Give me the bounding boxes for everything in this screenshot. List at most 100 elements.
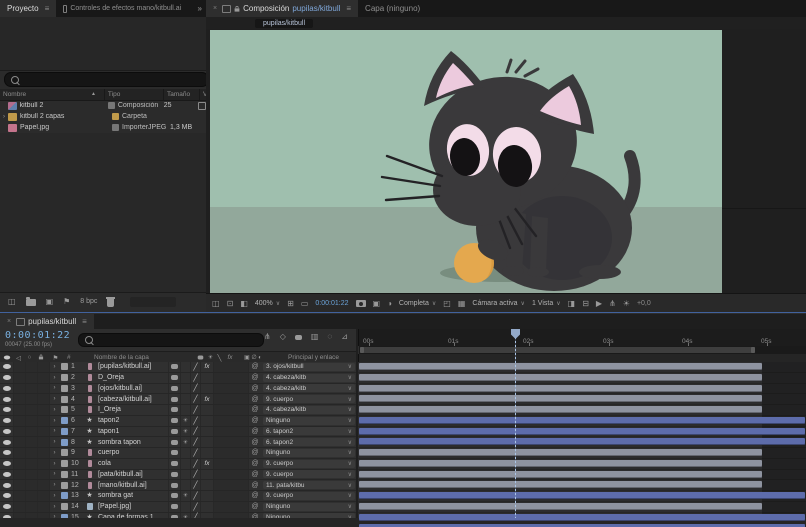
lock-toggle[interactable] bbox=[38, 405, 50, 415]
audio-toggle[interactable] bbox=[14, 459, 26, 469]
layer-track[interactable] bbox=[357, 523, 806, 527]
layer-name[interactable]: [ojos/kitbull.ai] bbox=[95, 384, 169, 394]
expander-icon[interactable]: › bbox=[50, 437, 59, 447]
layer-row[interactable]: ›2D_Oreja╱@4. cabeza/kitb∨ bbox=[0, 373, 806, 384]
quality-toggle[interactable]: ╱ bbox=[191, 427, 201, 437]
label-color-swatch[interactable] bbox=[59, 502, 69, 512]
label-color-swatch[interactable] bbox=[59, 405, 69, 415]
sort-icon[interactable]: ▲ bbox=[91, 92, 96, 97]
pick-whip-icon[interactable]: @ bbox=[249, 448, 261, 458]
views-dropdown[interactable]: 1 Vista∨ bbox=[532, 300, 561, 307]
fx-toggle[interactable] bbox=[201, 470, 214, 480]
label-color-swatch[interactable] bbox=[59, 427, 69, 437]
quality-toggle[interactable]: ╱ bbox=[191, 416, 201, 426]
layer-name[interactable]: [pupilas/kitbull.ai] bbox=[95, 362, 169, 372]
expander-icon[interactable]: › bbox=[0, 114, 8, 120]
pick-whip-icon[interactable]: @ bbox=[249, 373, 261, 383]
quality-toggle[interactable]: ╱ bbox=[191, 502, 201, 512]
pixel-aspect-icon[interactable]: ⊟ bbox=[582, 300, 589, 308]
grid-guides-icon[interactable]: ⊞ bbox=[287, 300, 294, 308]
expander-icon[interactable]: › bbox=[50, 427, 59, 437]
frame-blend-icon[interactable]: ▥ bbox=[311, 333, 319, 341]
collapse-toggle[interactable] bbox=[181, 405, 191, 415]
lock-toggle[interactable] bbox=[38, 491, 50, 501]
audio-toggle[interactable] bbox=[14, 502, 26, 512]
visibility-toggle[interactable] bbox=[0, 427, 14, 437]
label-color-swatch[interactable] bbox=[59, 362, 69, 372]
visibility-toggle[interactable] bbox=[0, 416, 14, 426]
solo-toggle[interactable] bbox=[26, 416, 38, 426]
shy-toggle[interactable] bbox=[169, 437, 181, 447]
lock-toggle[interactable] bbox=[38, 373, 50, 383]
col-tipo[interactable]: Tipo bbox=[104, 89, 163, 100]
shy-toggle[interactable] bbox=[169, 416, 181, 426]
lock-toggle[interactable] bbox=[38, 448, 50, 458]
layer-row[interactable]: ›14[Papel.jpg]╱@Ninguno∨ bbox=[0, 502, 806, 513]
layer-track[interactable] bbox=[357, 480, 806, 490]
shy-toggle[interactable] bbox=[169, 491, 181, 501]
layer-name[interactable]: cola bbox=[95, 459, 169, 469]
visibility-toggle[interactable] bbox=[0, 491, 14, 501]
primary-viewer-icon[interactable]: ⊡ bbox=[227, 300, 234, 308]
shy-toggle[interactable] bbox=[169, 362, 181, 372]
close-icon[interactable]: × bbox=[7, 318, 11, 325]
solo-toggle[interactable] bbox=[26, 394, 38, 404]
layer-duration-bar[interactable] bbox=[359, 503, 762, 510]
parent-dropdown[interactable]: 3. ojos/kitbull∨ bbox=[263, 363, 355, 371]
quality-toggle[interactable]: ╱ bbox=[191, 362, 201, 372]
audio-toggle[interactable] bbox=[14, 491, 26, 501]
layer-duration-bar[interactable] bbox=[359, 363, 762, 370]
layer-name[interactable]: [mano/kitbull.ai] bbox=[95, 480, 169, 490]
visibility-toggle[interactable] bbox=[0, 405, 14, 415]
pick-whip-icon[interactable]: @ bbox=[249, 459, 261, 469]
exposure-value[interactable]: +0,0 bbox=[637, 300, 651, 307]
lock-toggle[interactable] bbox=[38, 480, 50, 490]
visibility-toggle[interactable] bbox=[0, 480, 14, 490]
expander-icon[interactable]: › bbox=[50, 491, 59, 501]
panel-menu-icon[interactable]: ≡ bbox=[346, 4, 351, 13]
color-depth-button[interactable]: 8 bpc bbox=[80, 298, 97, 305]
shy-toggle[interactable] bbox=[169, 448, 181, 458]
audio-toggle[interactable] bbox=[14, 480, 26, 490]
layer-track[interactable] bbox=[357, 373, 806, 383]
layer-row[interactable]: ›7★tapon1☀╱@6. tapon2∨ bbox=[0, 427, 806, 438]
layer-duration-bar[interactable] bbox=[359, 438, 805, 445]
fx-toggle[interactable] bbox=[201, 491, 214, 501]
snapshot-icon[interactable] bbox=[356, 300, 366, 307]
parent-dropdown[interactable]: 4. cabeza/kitb∨ bbox=[263, 384, 355, 392]
timeline-split-divider[interactable] bbox=[356, 329, 358, 518]
shy-toggle[interactable] bbox=[169, 394, 181, 404]
label-color-swatch[interactable] bbox=[59, 384, 69, 394]
audio-toggle[interactable] bbox=[14, 373, 26, 383]
lock-toggle[interactable] bbox=[38, 502, 50, 512]
shy-toggle[interactable] bbox=[169, 470, 181, 480]
fx-toggle[interactable] bbox=[201, 373, 214, 383]
channels-icon[interactable]: ◑ bbox=[387, 300, 392, 308]
quality-toggle[interactable]: ╱ bbox=[191, 405, 201, 415]
new-composition-icon[interactable]: ▣ bbox=[46, 298, 54, 306]
solo-toggle[interactable] bbox=[26, 384, 38, 394]
visibility-toggle[interactable] bbox=[0, 448, 14, 458]
quality-toggle[interactable]: ╱ bbox=[191, 491, 201, 501]
transparency-grid-icon[interactable]: ▦ bbox=[458, 300, 466, 308]
audio-toggle[interactable] bbox=[14, 394, 26, 404]
fx-toggle[interactable] bbox=[201, 405, 214, 415]
label-color-swatch[interactable] bbox=[59, 448, 69, 458]
layer-track[interactable] bbox=[357, 384, 806, 394]
shy-toggle[interactable] bbox=[169, 459, 181, 469]
panel-menu-icon[interactable]: ≡ bbox=[82, 317, 87, 326]
layer-duration-bar[interactable] bbox=[359, 374, 762, 381]
quality-toggle[interactable]: ╱ bbox=[191, 470, 201, 480]
viewer-timecode[interactable]: 0:00:01:22 bbox=[315, 300, 348, 307]
collapse-toggle[interactable]: ☀ bbox=[181, 416, 191, 426]
mask-visibility-icon[interactable]: ▭ bbox=[301, 300, 309, 308]
pick-whip-icon[interactable]: @ bbox=[249, 362, 261, 372]
parent-dropdown[interactable]: 9. cuerpo∨ bbox=[263, 395, 355, 403]
parent-dropdown[interactable]: 11. pata/kitbu∨ bbox=[263, 481, 355, 489]
visibility-toggle[interactable] bbox=[0, 437, 14, 447]
motion-blur-icon[interactable]: ◌ bbox=[327, 333, 332, 341]
layer-track[interactable] bbox=[357, 502, 806, 512]
panel-menu-icon[interactable]: ≡ bbox=[45, 4, 50, 13]
fx-toggle[interactable] bbox=[201, 480, 214, 490]
quality-toggle[interactable]: ╱ bbox=[191, 384, 201, 394]
